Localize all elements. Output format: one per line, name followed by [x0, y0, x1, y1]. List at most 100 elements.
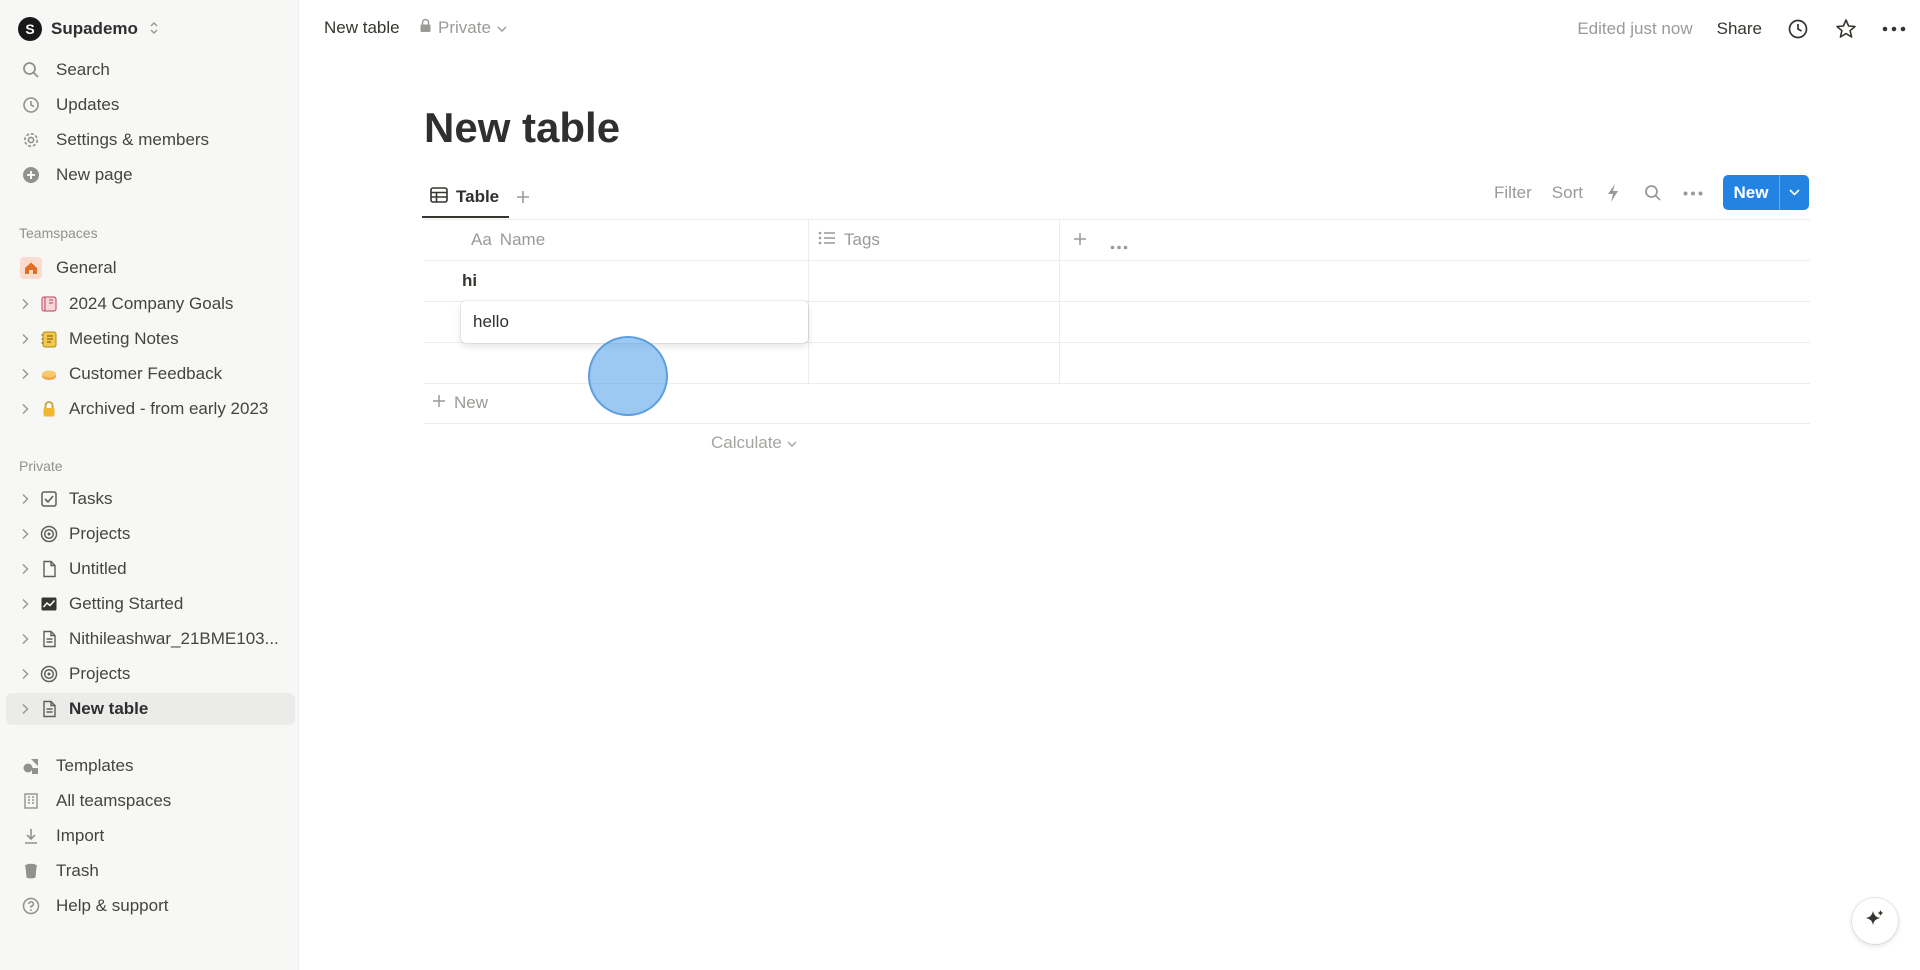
chevron-right-icon[interactable]	[18, 368, 32, 380]
nav-settings-label: Settings & members	[56, 130, 210, 149]
nav-import[interactable]: Import	[6, 820, 295, 852]
lock-icon	[38, 398, 60, 420]
chevron-right-icon[interactable]	[18, 403, 32, 415]
page-title[interactable]: New table	[424, 104, 620, 152]
private-page-nithileashwar[interactable]: Nithileashwar_21BME103...	[6, 623, 295, 655]
sort-button[interactable]: Sort	[1552, 183, 1583, 203]
chevron-right-icon[interactable]	[18, 598, 32, 610]
page-icon	[38, 558, 60, 580]
teamspace-page-company-goals-label: 2024 Company Goals	[69, 294, 234, 313]
cell-edit-value: hello	[473, 312, 509, 331]
teamspace-page-customer-feedback-label: Customer Feedback	[69, 364, 223, 383]
plus-icon	[432, 393, 446, 413]
more-options-icon[interactable]	[1683, 183, 1703, 203]
topbar-actions: Edited just now Share	[1577, 12, 1906, 46]
teamspace-page-meeting-notes-label: Meeting Notes	[69, 329, 179, 348]
privacy-dropdown[interactable]: Private	[419, 18, 507, 38]
chevron-updown-icon	[149, 21, 159, 38]
private-page-projects[interactable]: Projects	[6, 518, 295, 550]
column-header-tags-label: Tags	[844, 230, 880, 249]
new-record-label[interactable]: New	[1723, 175, 1779, 210]
nav-new-page-label: New page	[56, 165, 133, 184]
add-row-button[interactable]: New	[432, 393, 488, 413]
column-header-tags[interactable]: Tags	[818, 221, 880, 259]
click-indicator	[588, 336, 668, 416]
private-page-projects-2-label: Projects	[69, 664, 131, 683]
add-view-plus-icon[interactable]	[515, 185, 531, 211]
private-page-new-table[interactable]: New table	[6, 693, 295, 725]
column-header-name-label: Name	[499, 230, 546, 249]
plus-circle-icon	[20, 164, 42, 186]
chevron-right-icon[interactable]	[18, 528, 32, 540]
teamspace-page-customer-feedback[interactable]: Customer Feedback	[6, 358, 295, 390]
view-toolbar: Filter Sort	[1494, 176, 1703, 210]
private-page-new-table-label: New table	[69, 699, 149, 718]
more-options-icon[interactable]	[1882, 17, 1906, 41]
teamspace-page-archived-label: Archived - from early 2023	[69, 399, 269, 418]
chevron-right-icon[interactable]	[18, 493, 32, 505]
table-border	[424, 219, 1810, 220]
nav-updates-label: Updates	[56, 95, 120, 114]
column-header-name[interactable]: Aa Name	[471, 221, 545, 259]
nav-help-label: Help & support	[56, 896, 169, 915]
chevron-right-icon[interactable]	[18, 703, 32, 715]
calculate-dropdown[interactable]: Calculate	[711, 433, 797, 453]
text-type-icon: Aa	[471, 230, 492, 249]
table-row[interactable]: hi	[424, 261, 1810, 301]
chevron-right-icon[interactable]	[18, 333, 32, 345]
history-icon[interactable]	[1786, 17, 1810, 41]
chevron-right-icon[interactable]	[18, 563, 32, 575]
lock-icon	[419, 18, 432, 38]
star-icon[interactable]	[1834, 17, 1858, 41]
nav-new-page[interactable]: New page	[6, 159, 295, 191]
tab-table-view[interactable]: Table	[422, 178, 510, 218]
chevron-down-icon	[787, 433, 797, 453]
privacy-label: Private	[438, 18, 491, 37]
checkbox-icon	[38, 488, 60, 510]
column-more-icon[interactable]	[1110, 237, 1128, 255]
chevron-right-icon[interactable]	[18, 668, 32, 680]
teamspace-general[interactable]: General	[6, 252, 295, 284]
breadcrumb-title[interactable]: New table	[324, 18, 400, 38]
shapes-icon	[20, 755, 42, 777]
nav-trash[interactable]: Trash	[6, 855, 295, 887]
teamspace-page-archived[interactable]: Archived - from early 2023	[6, 393, 295, 425]
nav-all-teamspaces[interactable]: All teamspaces	[6, 785, 295, 817]
nav-import-label: Import	[56, 826, 105, 845]
lightning-icon[interactable]	[1603, 183, 1623, 203]
chevron-right-icon[interactable]	[18, 298, 32, 310]
new-record-button[interactable]: New	[1723, 175, 1809, 210]
nav-trash-label: Trash	[56, 861, 99, 880]
nav-search[interactable]: Search	[6, 54, 295, 86]
nav-updates[interactable]: Updates	[6, 89, 295, 121]
pie-icon	[38, 363, 60, 385]
tab-table-label: Table	[456, 187, 500, 206]
private-page-getting-started[interactable]: Getting Started	[6, 588, 295, 620]
filter-button[interactable]: Filter	[1494, 183, 1532, 203]
nav-templates[interactable]: Templates	[6, 750, 295, 782]
home-icon	[20, 257, 42, 279]
add-property-plus-icon[interactable]	[1072, 231, 1088, 252]
list-icon	[818, 230, 836, 250]
row-name-cell[interactable]: hi	[462, 271, 477, 291]
search-icon[interactable]	[1643, 183, 1663, 203]
add-row-label: New	[454, 393, 489, 412]
chevron-down-icon	[497, 18, 507, 38]
nav-help[interactable]: Help & support	[6, 890, 295, 922]
teamspace-page-company-goals[interactable]: 2024 Company Goals	[6, 288, 295, 320]
nav-templates-label: Templates	[56, 756, 134, 775]
workspace-switcher[interactable]: S Supademo	[18, 14, 159, 44]
private-page-projects-2[interactable]: Projects	[6, 658, 295, 690]
ai-assistant-button[interactable]	[1852, 898, 1898, 944]
private-label: Private	[19, 458, 63, 474]
chart-icon	[38, 593, 60, 615]
chevron-right-icon[interactable]	[18, 633, 32, 645]
teamspace-page-meeting-notes[interactable]: Meeting Notes	[6, 323, 295, 355]
private-page-untitled[interactable]: Untitled	[6, 553, 295, 585]
chevron-down-icon[interactable]	[1779, 175, 1809, 210]
nav-settings[interactable]: Settings & members	[6, 124, 295, 156]
teamspaces-label: Teamspaces	[19, 225, 98, 241]
page-icon	[38, 698, 60, 720]
private-page-tasks[interactable]: Tasks	[6, 483, 295, 515]
share-button[interactable]: Share	[1717, 19, 1762, 39]
